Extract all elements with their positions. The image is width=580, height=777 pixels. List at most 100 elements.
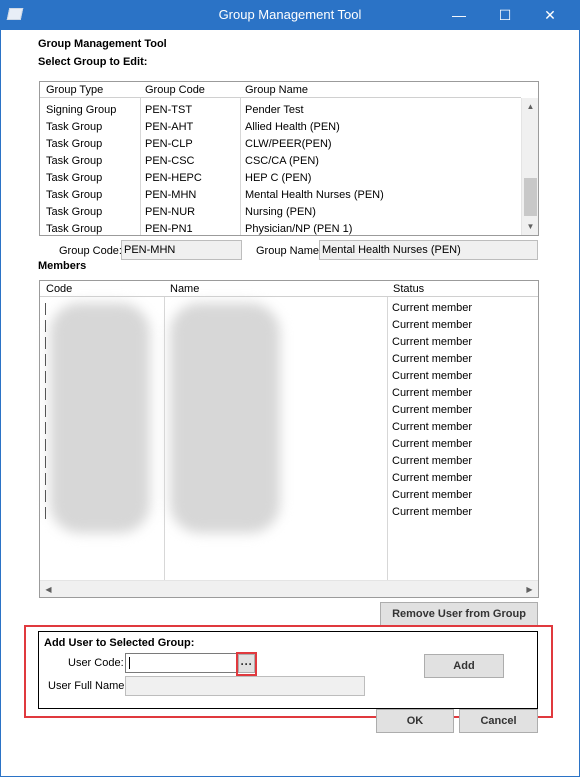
- table-row[interactable]: Current member: [40, 436, 538, 453]
- table-row[interactable]: Current member: [40, 487, 538, 504]
- row-marker: [45, 354, 46, 366]
- table-row[interactable]: Signing Group PEN-TST Pender Test: [40, 102, 521, 119]
- row-marker: [45, 490, 46, 502]
- table-cell: Mental Health Nurses (PEN): [245, 189, 384, 201]
- table-cell: Task Group: [46, 206, 103, 218]
- group-name-label: Group Name:: [256, 245, 323, 257]
- groups-table-header: Group Type Group Code Group Name: [40, 82, 521, 98]
- group-code-field: PEN-MHN: [121, 240, 242, 260]
- group-code-label: Group Code:: [59, 245, 122, 257]
- minimize-icon: —: [452, 7, 466, 23]
- members-label: Members: [38, 260, 87, 272]
- table-row[interactable]: Current member: [40, 334, 538, 351]
- table-cell: Task Group: [46, 138, 103, 150]
- table-row[interactable]: Task Group PEN-PN1 Physician/NP (PEN 1): [40, 221, 521, 238]
- table-cell: Physician/NP (PEN 1): [245, 223, 353, 235]
- table-cell: PEN-CSC: [145, 155, 195, 167]
- cancel-button[interactable]: Cancel: [459, 709, 538, 733]
- user-full-name-label: User Full Name:: [48, 680, 128, 692]
- status-cell: Current member: [392, 370, 473, 382]
- row-marker: [45, 507, 46, 519]
- table-cell: Allied Health (PEN): [245, 121, 340, 133]
- members-horizontal-scrollbar[interactable]: ◀ ▶: [40, 580, 538, 597]
- text-caret: [129, 657, 130, 669]
- col-name[interactable]: Name: [170, 283, 199, 295]
- col-group-name[interactable]: Group Name: [245, 84, 308, 96]
- browse-button[interactable]: ···: [238, 654, 255, 673]
- status-cell: Current member: [392, 489, 473, 501]
- table-cell: Task Group: [46, 121, 103, 133]
- col-group-type[interactable]: Group Type: [46, 84, 103, 96]
- table-row[interactable]: Current member: [40, 453, 538, 470]
- maximize-icon: ☐: [498, 6, 512, 23]
- table-cell: Signing Group: [46, 104, 117, 116]
- table-row[interactable]: Current member: [40, 385, 538, 402]
- scroll-thumb[interactable]: [524, 178, 537, 216]
- row-marker: [45, 371, 46, 383]
- maximize-button[interactable]: ☐: [490, 4, 520, 26]
- table-cell: Task Group: [46, 189, 103, 201]
- row-marker: [45, 422, 46, 434]
- table-row[interactable]: Task Group PEN-HEPC HEP C (PEN): [40, 170, 521, 187]
- user-code-label: User Code:: [68, 657, 124, 669]
- scroll-down-icon[interactable]: ▼: [522, 218, 539, 235]
- table-cell: Task Group: [46, 223, 103, 235]
- col-status[interactable]: Status: [393, 283, 424, 295]
- row-marker: [45, 439, 46, 451]
- table-cell: CSC/CA (PEN): [245, 155, 319, 167]
- status-cell: Current member: [392, 455, 473, 467]
- table-cell: PEN-PN1: [145, 223, 193, 235]
- row-marker: [45, 456, 46, 468]
- ok-button[interactable]: OK: [376, 709, 454, 733]
- table-row[interactable]: Current member: [40, 300, 538, 317]
- add-user-label: Add User to Selected Group:: [44, 637, 195, 649]
- table-row[interactable]: Task Group PEN-NUR Nursing (PEN): [40, 204, 521, 221]
- table-row[interactable]: Current member: [40, 504, 538, 521]
- status-cell: Current member: [392, 506, 473, 518]
- table-cell: PEN-NUR: [145, 206, 196, 218]
- table-cell: Task Group: [46, 172, 103, 184]
- table-row[interactable]: Current member: [40, 419, 538, 436]
- status-cell: Current member: [392, 472, 473, 484]
- scroll-right-icon[interactable]: ▶: [521, 581, 538, 598]
- table-cell: PEN-HEPC: [145, 172, 202, 184]
- table-row[interactable]: Task Group PEN-AHT Allied Health (PEN): [40, 119, 521, 136]
- status-cell: Current member: [392, 353, 473, 365]
- col-group-code[interactable]: Group Code: [145, 84, 205, 96]
- table-row[interactable]: Current member: [40, 470, 538, 487]
- table-row[interactable]: Task Group PEN-CSC CSC/CA (PEN): [40, 153, 521, 170]
- table-cell: PEN-AHT: [145, 121, 194, 133]
- row-marker: [45, 303, 46, 315]
- user-code-input[interactable]: [125, 653, 237, 673]
- table-row[interactable]: Task Group PEN-CLP CLW/PEER(PEN): [40, 136, 521, 153]
- row-marker: [45, 388, 46, 400]
- remove-user-button[interactable]: Remove User from Group: [380, 602, 538, 626]
- scroll-left-icon[interactable]: ◀: [40, 581, 57, 598]
- table-cell: PEN-MHN: [145, 189, 197, 201]
- scroll-up-icon[interactable]: ▲: [522, 98, 539, 115]
- status-cell: Current member: [392, 302, 473, 314]
- members-table-header: Code Name Status: [40, 281, 538, 297]
- status-cell: Current member: [392, 438, 473, 450]
- table-row[interactable]: Current member: [40, 317, 538, 334]
- col-code[interactable]: Code: [46, 283, 72, 295]
- add-button[interactable]: Add: [424, 654, 504, 678]
- table-cell: Nursing (PEN): [245, 206, 316, 218]
- status-cell: Current member: [392, 387, 473, 399]
- status-cell: Current member: [392, 404, 473, 416]
- members-table[interactable]: Code Name Status Current member Current m…: [39, 280, 539, 598]
- groups-vertical-scrollbar[interactable]: ▲ ▼: [521, 98, 538, 235]
- table-row[interactable]: Current member: [40, 402, 538, 419]
- user-full-name-field: [125, 676, 365, 696]
- close-button[interactable]: ✕: [535, 4, 565, 26]
- table-row[interactable]: Current member: [40, 368, 538, 385]
- table-cell: Pender Test: [245, 104, 304, 116]
- table-row[interactable]: Current member: [40, 351, 538, 368]
- table-row[interactable]: Task Group PEN-MHN Mental Health Nurses (P…: [40, 187, 521, 204]
- status-cell: Current member: [392, 319, 473, 331]
- groups-table[interactable]: Group Type Group Code Group Name Signing…: [39, 81, 539, 236]
- page-heading: Group Management Tool: [38, 38, 167, 50]
- status-cell: Current member: [392, 336, 473, 348]
- minimize-button[interactable]: —: [444, 4, 474, 26]
- table-cell: PEN-TST: [145, 104, 193, 116]
